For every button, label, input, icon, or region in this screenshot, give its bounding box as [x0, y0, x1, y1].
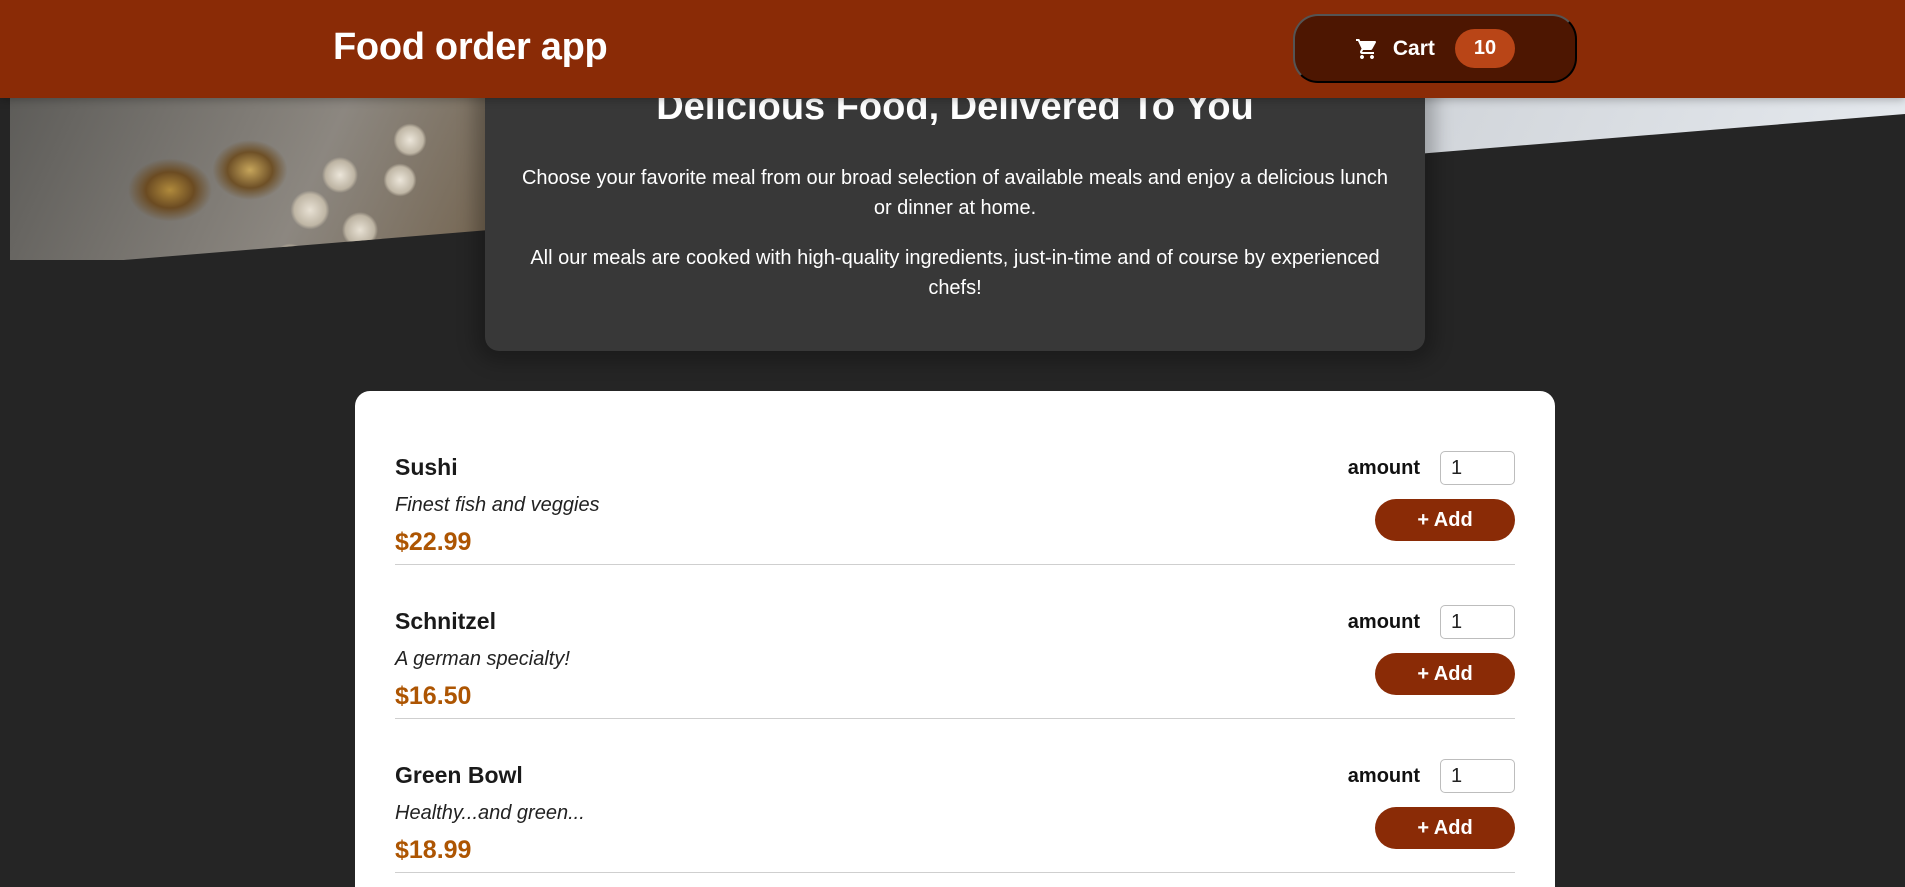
meals-list: Sushi Finest fish and veggies $22.99 amo…	[355, 391, 1555, 887]
meal-description: A german specialty!	[395, 648, 570, 670]
meal-description: Finest fish and veggies	[395, 494, 600, 516]
meal-item: Sushi Finest fish and veggies $22.99 amo…	[395, 411, 1515, 565]
add-button[interactable]: + Add	[1375, 807, 1515, 849]
add-button[interactable]: + Add	[1375, 653, 1515, 695]
app-header: Food order app Cart 10	[0, 0, 1905, 98]
amount-input[interactable]	[1440, 759, 1515, 793]
amount-input[interactable]	[1440, 451, 1515, 485]
amount-label: amount	[1347, 764, 1420, 787]
shopping-cart-icon	[1355, 37, 1379, 61]
meal-description: Healthy...and green...	[395, 802, 585, 824]
summary-paragraph: Choose your favorite meal from our broad…	[521, 167, 1389, 219]
cart-count-badge: 10	[1454, 29, 1516, 68]
meal-name: Schnitzel	[395, 608, 496, 634]
add-button[interactable]: + Add	[1375, 499, 1515, 541]
meal-price: $18.99	[395, 836, 472, 864]
amount-control: amount	[1348, 605, 1515, 639]
cart-label: Cart	[1392, 36, 1435, 60]
app-title: Food order app	[333, 26, 608, 68]
meal-price: $22.99	[395, 528, 472, 556]
meal-name: Sushi	[395, 454, 458, 480]
meal-item: Schnitzel A german specialty! $16.50 amo…	[395, 565, 1515, 719]
meal-name: Green Bowl	[395, 762, 523, 788]
meals-summary: Delicious Food, Delivered To You Choose …	[485, 60, 1425, 351]
amount-control: amount	[1348, 451, 1515, 485]
meal-item: Green Bowl Healthy...and green... $18.99…	[395, 719, 1515, 873]
amount-control: amount	[1348, 759, 1515, 793]
meal-price: $16.50	[395, 682, 472, 710]
amount-input[interactable]	[1440, 605, 1515, 639]
amount-label: amount	[1347, 456, 1420, 479]
summary-paragraph: All our meals are cooked with high-quali…	[530, 247, 1380, 299]
amount-label: amount	[1347, 610, 1420, 633]
cart-button[interactable]: Cart 10	[1293, 14, 1577, 83]
